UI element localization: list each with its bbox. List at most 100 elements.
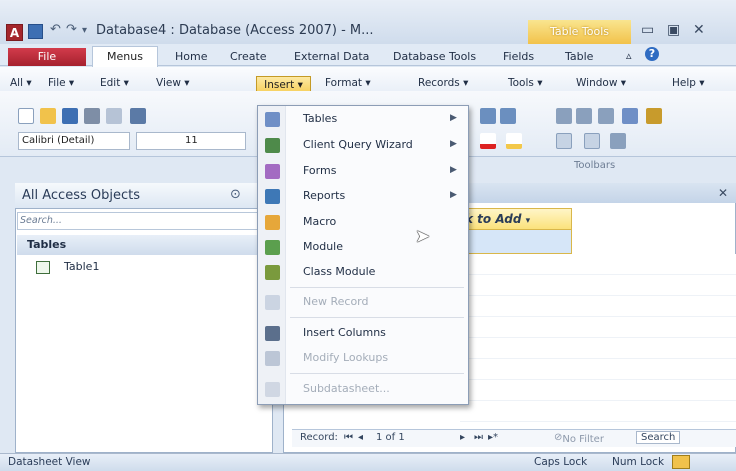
- click-to-add-column-header[interactable]: k to Add ▾: [460, 208, 572, 230]
- toolbox-icon[interactable]: [646, 108, 662, 124]
- new-record-nav-button[interactable]: ▸*: [488, 432, 498, 443]
- menu-window-label: Window: [576, 77, 618, 89]
- minimize-icon[interactable]: ▭: [641, 22, 654, 38]
- font-size-select[interactable]: 11: [136, 132, 246, 150]
- save-icon[interactable]: [28, 24, 43, 39]
- minimize-ribbon-icon[interactable]: ▵: [626, 49, 632, 62]
- submenu-arrow-icon: ▶: [450, 139, 457, 149]
- tab-home[interactable]: Home: [175, 50, 207, 63]
- tab-create[interactable]: Create: [230, 50, 267, 63]
- submenu-arrow-icon: ▶: [450, 190, 457, 200]
- menu-window[interactable]: Window ▾: [576, 77, 626, 89]
- caps-lock-indicator: Caps Lock: [534, 456, 588, 468]
- maximize-icon[interactable]: ▣: [667, 22, 680, 38]
- datasheet-cell[interactable]: [460, 230, 572, 254]
- relationships-icon[interactable]: [622, 108, 638, 124]
- query-wizard-icon: [265, 138, 280, 153]
- undo-icon[interactable]: ↶: [50, 22, 61, 37]
- menu-item-tables[interactable]: Tables ▶: [258, 107, 468, 132]
- menu-item-insert-columns[interactable]: Insert Columns: [258, 321, 468, 346]
- status-bar: Datasheet View Caps Lock Num Lock: [0, 453, 736, 471]
- forms-icon: [265, 164, 280, 179]
- print-icon[interactable]: [84, 108, 100, 124]
- close-document-icon[interactable]: ✕: [718, 186, 728, 200]
- module-icon: [265, 240, 280, 255]
- modify-lookups-icon: [265, 351, 280, 366]
- menu-item-forms[interactable]: Forms ▶: [258, 159, 468, 184]
- menu-tools-label: Tools: [508, 77, 534, 89]
- class-module-icon: [265, 265, 280, 280]
- subdatasheet-icon: [265, 382, 280, 397]
- menu-file[interactable]: File ▾: [48, 77, 74, 89]
- record-label: Record:: [300, 432, 338, 443]
- menu-item-reports[interactable]: Reports ▶: [258, 184, 468, 209]
- file-tab[interactable]: File: [8, 48, 86, 66]
- record-search-input[interactable]: Search: [636, 431, 681, 444]
- tab-table[interactable]: Table: [565, 50, 593, 63]
- gridlines-icon[interactable]: [556, 133, 572, 149]
- menu-separator: [290, 373, 464, 374]
- customize-qat-icon[interactable]: ▾: [82, 25, 87, 36]
- menu-item-forms-label: Forms: [303, 164, 337, 177]
- close-window-icon[interactable]: ✕: [693, 22, 705, 38]
- menu-records[interactable]: Records ▾: [418, 77, 468, 89]
- next-record-button[interactable]: ▸: [460, 432, 465, 443]
- view-status: Datasheet View: [8, 456, 91, 468]
- redo-icon[interactable]: ↷: [66, 22, 77, 37]
- sort-ascending-icon[interactable]: [480, 108, 496, 124]
- spelling-icon[interactable]: [130, 108, 146, 124]
- nav-group-tables[interactable]: Tables: [17, 235, 271, 255]
- current-record-field[interactable]: 1 of 1: [376, 432, 405, 443]
- num-lock-indicator: Num Lock: [612, 456, 665, 468]
- font-color-icon[interactable]: [480, 133, 496, 149]
- menu-item-macro-label: Macro: [303, 215, 337, 228]
- menu-item-client-query-wizard[interactable]: Client Query Wizard ▶: [258, 133, 468, 158]
- previous-record-button[interactable]: ◂: [358, 432, 363, 443]
- toggle-filter-icon[interactable]: [598, 108, 614, 124]
- menu-tools[interactable]: Tools ▾: [508, 77, 542, 89]
- first-record-button[interactable]: ⏮: [344, 432, 353, 443]
- new-icon[interactable]: [18, 108, 34, 124]
- alternate-row-color-icon[interactable]: [584, 133, 600, 149]
- shutter-bar-toggle-icon[interactable]: ⊙: [230, 187, 241, 202]
- last-record-button[interactable]: ⏭: [474, 432, 483, 443]
- reports-icon: [265, 189, 280, 204]
- menu-item-reports-label: Reports: [303, 189, 346, 202]
- fill-color-icon[interactable]: [506, 133, 522, 149]
- menu-edit[interactable]: Edit ▾: [100, 77, 129, 89]
- tab-menus[interactable]: Menus: [92, 46, 158, 67]
- new-record-icon: [265, 295, 280, 310]
- menu-file-label: File: [48, 77, 66, 89]
- menu-help[interactable]: Help ▾: [672, 77, 705, 89]
- menu-insert-label: Insert: [264, 79, 295, 91]
- menu-format[interactable]: Format ▾: [325, 77, 371, 89]
- font-name-select[interactable]: Calibri (Detail): [18, 132, 130, 150]
- filter-icon[interactable]: [576, 108, 592, 124]
- no-filter-label: No Filter: [562, 434, 604, 445]
- menu-all[interactable]: All ▾: [10, 77, 32, 89]
- datasheet-formatting-icon[interactable]: [610, 133, 626, 149]
- menu-item-class-module[interactable]: Class Module: [258, 260, 468, 285]
- access-app-icon[interactable]: A: [6, 24, 23, 41]
- open-icon[interactable]: [40, 108, 56, 124]
- tab-fields[interactable]: Fields: [503, 50, 534, 63]
- tab-external-data[interactable]: External Data: [294, 50, 369, 63]
- nav-item-table1[interactable]: Table1: [64, 260, 99, 273]
- menu-view[interactable]: View ▾: [156, 77, 190, 89]
- tab-database-tools[interactable]: Database Tools: [393, 50, 476, 63]
- toolbars-group-label: Toolbars: [574, 160, 616, 171]
- insert-columns-icon: [265, 326, 280, 341]
- table-icon: [36, 261, 50, 274]
- menu-item-module[interactable]: Module: [258, 235, 468, 260]
- no-filter-button[interactable]: ⊘ No Filter: [554, 432, 604, 445]
- navigation-pane-title[interactable]: All Access Objects: [22, 188, 140, 203]
- save-toolbar-icon[interactable]: [62, 108, 78, 124]
- refresh-icon[interactable]: [556, 108, 572, 124]
- menu-view-label: View: [156, 77, 181, 89]
- print-preview-icon[interactable]: [106, 108, 122, 124]
- navigation-search-input[interactable]: Search...: [17, 212, 271, 230]
- menu-item-macro[interactable]: Macro: [258, 210, 468, 235]
- help-icon[interactable]: ?: [645, 47, 659, 61]
- datasheet-view-icon[interactable]: [672, 455, 690, 469]
- sort-descending-icon[interactable]: [500, 108, 516, 124]
